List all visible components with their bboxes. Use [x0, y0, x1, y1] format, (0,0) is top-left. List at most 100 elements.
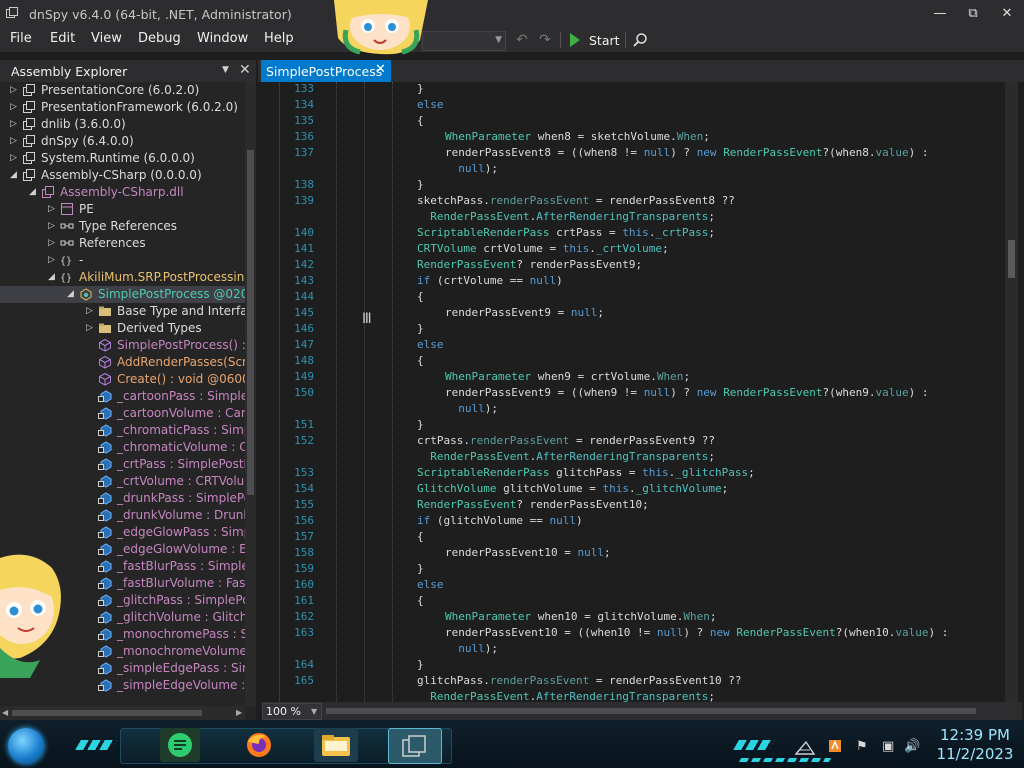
close-icon[interactable]: ✕: [239, 62, 251, 78]
code-line: renderPassEvent9 = null;: [445, 306, 604, 319]
tree-item[interactable]: _chromaticVolume : C: [0, 439, 245, 456]
tree-item[interactable]: _simpleEdgeVolume :: [0, 677, 245, 694]
volume-icon[interactable]: 🔊: [904, 739, 920, 754]
tree-item[interactable]: ◢ SimplePostProcess @0200: [0, 286, 245, 303]
scrollbar-thumb[interactable]: [326, 708, 976, 714]
line-number: 145: [294, 306, 314, 319]
tree-item-label: Derived Types: [117, 321, 202, 335]
tree-item[interactable]: _edgeGlowPass : Simp: [0, 524, 245, 541]
menu-edit[interactable]: Edit: [50, 31, 75, 46]
scrollbar-thumb[interactable]: [1008, 240, 1015, 278]
undo-icon[interactable]: ↶: [516, 32, 528, 48]
redo-icon[interactable]: ↷: [539, 32, 551, 48]
network-icon[interactable]: ▣: [882, 739, 894, 754]
taskbar-app-explorer[interactable]: [314, 728, 358, 762]
code-line: else: [417, 338, 444, 351]
close-button[interactable]: ✕: [995, 4, 1019, 24]
expand-arrow-icon[interactable]: ▷: [48, 221, 55, 231]
flag-icon[interactable]: ⚑: [856, 739, 868, 754]
menu-window[interactable]: Window: [197, 31, 248, 46]
expand-arrow-icon[interactable]: ▷: [10, 153, 17, 163]
keyboard-icon[interactable]: [794, 740, 816, 756]
search-icon[interactable]: [632, 32, 648, 48]
expand-arrow-icon[interactable]: ◢: [29, 187, 36, 197]
tree-item[interactable]: _cartoonPass : SimpleF: [0, 388, 245, 405]
tree-item[interactable]: ▷ References: [0, 235, 245, 252]
tree-horizontal-scrollbar[interactable]: ◀ ▶: [0, 706, 245, 720]
tab-simplepostprocess[interactable]: SimplePostProcess ✕: [261, 60, 391, 82]
tree-item[interactable]: ▷ Type References: [0, 218, 245, 235]
code-editor[interactable]: 133} 134 else 135 {136 WhenParameter when8 = …: [262, 82, 1004, 702]
taskbar-clock[interactable]: 12:39 PM 11/2/2023: [930, 726, 1020, 764]
zoom-combo[interactable]: 100 % ▼: [262, 703, 322, 720]
tree-item[interactable]: _cartoonVolume : Cart: [0, 405, 245, 422]
tree-item[interactable]: ▷ PresentationFramework (6.0.2.0): [0, 99, 245, 116]
editor-vertical-scrollbar[interactable]: [1005, 82, 1018, 702]
asm-icon: [22, 117, 36, 131]
chevron-down-icon[interactable]: ▼: [222, 65, 229, 75]
tree-item[interactable]: ▷ dnlib (3.6.0.0): [0, 116, 245, 133]
scrollbar-thumb[interactable]: [247, 150, 254, 495]
tree-item[interactable]: Create() : void @06000: [0, 371, 245, 388]
tree-item-label: -: [79, 253, 84, 267]
maximize-button[interactable]: ⧉: [961, 4, 985, 24]
menu-view[interactable]: View: [91, 31, 122, 46]
tree-item-label: SimplePostProcess() : v: [117, 338, 245, 352]
expand-arrow-icon[interactable]: ▷: [10, 102, 17, 112]
tree-item[interactable]: ▷ PresentationCore (6.0.2.0): [0, 82, 245, 99]
tree-item[interactable]: ▷ Derived Types: [0, 320, 245, 337]
expand-arrow-icon[interactable]: ▷: [86, 323, 93, 333]
close-icon[interactable]: ✕: [375, 62, 386, 77]
tree-item[interactable]: SimplePostProcess() : v: [0, 337, 245, 354]
text-cursor-icon: Ⅲ: [362, 311, 372, 327]
indent-guide: [392, 82, 393, 702]
expand-arrow-icon[interactable]: ▷: [48, 204, 55, 214]
tree-item[interactable]: ▷ System.Runtime (6.0.0.0): [0, 150, 245, 167]
code-line: WhenParameter when9 = crtVolume.When;: [445, 370, 691, 383]
line-number: 161: [294, 594, 314, 607]
tree-item[interactable]: ▷ Base Type and Interfac: [0, 303, 245, 320]
minimize-button[interactable]: —: [928, 4, 952, 24]
expand-arrow-icon[interactable]: ▷: [10, 85, 17, 95]
window-title: dnSpy v6.4.0 (64-bit, .NET, Administrato…: [29, 7, 292, 22]
tree-vertical-scrollbar[interactable]: [245, 82, 256, 706]
expand-arrow-icon[interactable]: ◢: [10, 170, 17, 180]
line-number: 152: [294, 434, 314, 447]
scroll-right-icon[interactable]: ▶: [236, 708, 242, 717]
taskbar-app-firefox[interactable]: [240, 728, 278, 762]
expand-arrow-icon[interactable]: ▷: [10, 119, 17, 129]
menu-file[interactable]: File: [10, 31, 32, 46]
menu-debug[interactable]: Debug: [138, 31, 181, 46]
expand-arrow-icon[interactable]: ▷: [10, 136, 17, 146]
expand-arrow-icon[interactable]: ▷: [86, 306, 93, 316]
tree-item[interactable]: ▷ {} -: [0, 252, 245, 269]
tree-item[interactable]: ◢ Assembly-CSharp.dll: [0, 184, 245, 201]
tree-item[interactable]: ◢ Assembly-CSharp (0.0.0.0): [0, 167, 245, 184]
start-orb-button[interactable]: [8, 728, 44, 764]
notification-app-icon[interactable]: [828, 739, 842, 757]
expand-arrow-icon[interactable]: ◢: [48, 272, 55, 282]
taskbar-app-green[interactable]: [160, 728, 200, 762]
tree-item[interactable]: _drunkVolume : Drunk: [0, 507, 245, 524]
tree-item[interactable]: AddRenderPasses(Scrip: [0, 354, 245, 371]
tree-item-label: Assembly-CSharp.dll: [60, 185, 184, 199]
tree-item[interactable]: _chromaticPass : Simp: [0, 422, 245, 439]
expand-arrow-icon[interactable]: ▷: [48, 238, 55, 248]
zoom-level: 100 %: [266, 705, 301, 718]
tree-item[interactable]: _crtPass : SimplePostP: [0, 456, 245, 473]
tree-item-label: PresentationCore (6.0.2.0): [41, 83, 200, 97]
editor-horizontal-scrollbar[interactable]: [324, 706, 984, 716]
expand-arrow-icon[interactable]: ◢: [67, 289, 74, 299]
menu-help[interactable]: Help: [264, 31, 294, 46]
expand-arrow-icon[interactable]: ▷: [48, 255, 55, 265]
scrollbar-thumb[interactable]: [12, 710, 202, 716]
tree-item[interactable]: _drunkPass : SimplePo: [0, 490, 245, 507]
tree-item[interactable]: ▷ dnSpy (6.4.0.0): [0, 133, 245, 150]
scroll-left-icon[interactable]: ◀: [2, 708, 8, 717]
tree-item[interactable]: _crtVolume : CRTVolur: [0, 473, 245, 490]
tree-item-label: _drunkPass : SimplePo: [117, 491, 245, 505]
tree-item[interactable]: ◢ {} AkiliMum.SRP.PostProcessing: [0, 269, 245, 286]
taskbar-app-dnspy[interactable]: [388, 728, 442, 764]
tree-item[interactable]: ▷ PE: [0, 201, 245, 218]
line-number: 147: [294, 338, 314, 351]
